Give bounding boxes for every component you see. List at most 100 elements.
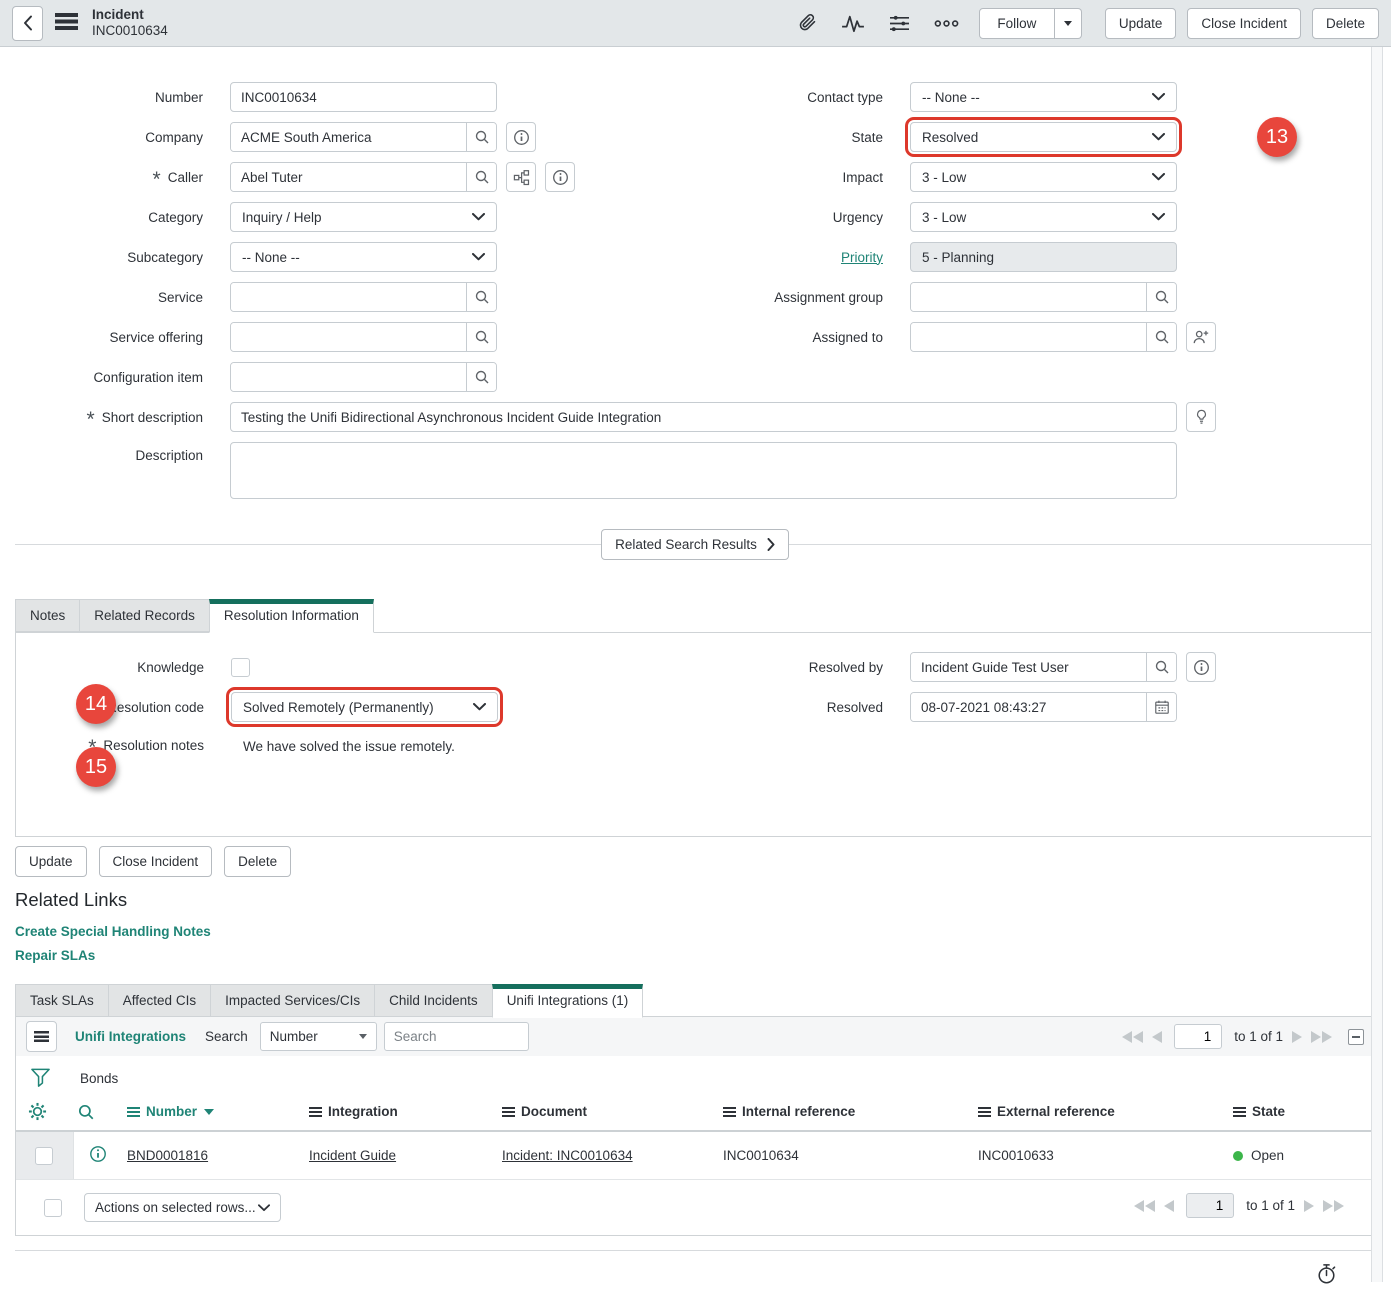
next-page-icon[interactable] (1304, 1200, 1314, 1212)
column-header-internal-reference[interactable]: Internal reference (719, 1093, 974, 1131)
first-page-icon[interactable] (1134, 1200, 1155, 1212)
list-settings-button[interactable] (16, 1093, 73, 1131)
search-column-select[interactable]: Number (260, 1022, 377, 1051)
activity-stream-icon[interactable] (841, 13, 865, 33)
service-offering-input[interactable] (231, 323, 466, 351)
filter-icon[interactable] (30, 1067, 51, 1089)
vertical-scrollbar[interactable] (1371, 47, 1383, 1282)
configuration-item-input[interactable] (231, 363, 466, 391)
short-description-input[interactable] (230, 402, 1177, 432)
more-options-icon[interactable] (934, 19, 959, 28)
last-page-icon[interactable] (1311, 1031, 1332, 1043)
caller-preview-button[interactable] (545, 162, 575, 192)
internal-reference-value: INC0010634 (723, 1148, 799, 1163)
assigned-to-label: Assigned to (812, 330, 883, 345)
create-special-handling-notes-link[interactable]: Create Special Handling Notes (15, 924, 211, 939)
row-preview-button[interactable] (73, 1131, 123, 1180)
delete-button-bottom[interactable]: Delete (224, 846, 291, 877)
impact-select[interactable]: 3 - Low (910, 162, 1177, 192)
column-header-number[interactable]: Number (123, 1093, 305, 1131)
caller-lookup-button[interactable] (466, 163, 496, 191)
service-lookup-button[interactable] (466, 283, 496, 311)
row-checkbox[interactable] (35, 1147, 53, 1165)
tab-task-slas[interactable]: Task SLAs (15, 984, 109, 1017)
follow-dropdown-button[interactable] (1055, 8, 1082, 39)
number-input[interactable] (230, 82, 497, 112)
column-header-external-reference[interactable]: External reference (974, 1093, 1229, 1131)
delete-button[interactable]: Delete (1312, 8, 1379, 39)
context-menu-icon[interactable] (55, 13, 78, 33)
tab-resolution-information[interactable]: Resolution Information (209, 599, 374, 633)
configuration-item-lookup-button[interactable] (466, 363, 496, 391)
list-search-input[interactable] (384, 1022, 529, 1051)
integration-link[interactable]: Incident Guide (309, 1148, 396, 1163)
contact-type-select[interactable]: -- None -- (910, 82, 1177, 112)
close-incident-button-bottom[interactable]: Close Incident (99, 846, 213, 877)
response-time-icon[interactable] (1315, 1262, 1338, 1286)
caller-input[interactable] (231, 163, 466, 191)
resolved-input[interactable] (911, 693, 1146, 721)
company-lookup-button[interactable] (466, 123, 496, 151)
assignment-group-lookup-button[interactable] (1146, 283, 1176, 311)
column-header-integration[interactable]: Integration (305, 1093, 498, 1131)
service-offering-lookup-button[interactable] (466, 323, 496, 351)
list-context-menu-button[interactable] (26, 1021, 57, 1052)
page-number-input-top[interactable] (1174, 1024, 1222, 1049)
tab-affected-cis[interactable]: Affected CIs (108, 984, 211, 1017)
page-bottom-bar (15, 1250, 1375, 1297)
tab-unifi-integrations[interactable]: Unifi Integrations (1) (492, 984, 644, 1018)
close-incident-button[interactable]: Close Incident (1187, 8, 1301, 39)
resolved-by-input[interactable] (911, 653, 1146, 681)
document-link[interactable]: Incident: INC0010634 (502, 1148, 633, 1163)
update-button[interactable]: Update (1105, 8, 1177, 39)
collapse-list-icon[interactable] (1348, 1029, 1364, 1045)
personalize-form-icon[interactable] (888, 14, 911, 33)
priority-readonly-field: 5 - Planning (910, 242, 1177, 272)
knowledge-checkbox[interactable] (231, 658, 250, 677)
actions-on-selected-rows-select[interactable]: Actions on selected rows... (84, 1193, 281, 1222)
next-page-icon[interactable] (1292, 1031, 1302, 1043)
calendar-button[interactable] (1146, 693, 1176, 721)
related-search-results-button[interactable]: Related Search Results (601, 529, 789, 560)
bond-state-value: Open (1251, 1148, 1284, 1163)
column-header-state[interactable]: State (1229, 1093, 1374, 1131)
previous-page-icon[interactable] (1164, 1200, 1174, 1212)
urgency-select[interactable]: 3 - Low (910, 202, 1177, 232)
back-button[interactable] (12, 6, 43, 41)
bond-number-link[interactable]: BND0001816 (127, 1148, 208, 1163)
previous-page-icon[interactable] (1152, 1031, 1162, 1043)
select-all-checkbox[interactable] (44, 1199, 62, 1217)
resolved-by-preview-button[interactable] (1186, 652, 1216, 682)
state-select[interactable]: Resolved (910, 122, 1177, 152)
service-input[interactable] (231, 283, 466, 311)
update-button-bottom[interactable]: Update (15, 846, 87, 877)
resolved-by-lookup-button[interactable] (1146, 653, 1176, 681)
suggestion-button[interactable] (1186, 402, 1216, 432)
assignment-group-input[interactable] (911, 283, 1146, 311)
attachment-icon[interactable] (797, 12, 818, 34)
description-textarea[interactable] (230, 442, 1177, 499)
caller-hierarchy-button[interactable] (506, 162, 536, 192)
follow-button[interactable]: Follow (979, 8, 1055, 39)
company-preview-button[interactable] (506, 122, 536, 152)
resolution-code-select[interactable]: Solved Remotely (Permanently) (231, 692, 498, 722)
assign-to-me-button[interactable] (1186, 322, 1216, 352)
tab-notes[interactable]: Notes (15, 599, 80, 632)
resolution-notes-textarea[interactable]: We have solved the issue remotely. (231, 732, 695, 804)
page-number-input-bottom[interactable] (1186, 1193, 1234, 1218)
subcategory-select[interactable]: -- None -- (230, 242, 497, 272)
column-header-document[interactable]: Document (498, 1093, 719, 1131)
priority-label-link[interactable]: Priority (841, 250, 883, 265)
tab-child-incidents[interactable]: Child Incidents (374, 984, 493, 1017)
assigned-to-reference-field (910, 322, 1177, 352)
assigned-to-lookup-button[interactable] (1146, 323, 1176, 351)
tab-impacted-services[interactable]: Impacted Services/CIs (210, 984, 375, 1017)
tab-related-records[interactable]: Related Records (79, 599, 210, 632)
first-page-icon[interactable] (1122, 1031, 1143, 1043)
category-select[interactable]: Inquiry / Help (230, 202, 497, 232)
repair-slas-link[interactable]: Repair SLAs (15, 948, 95, 963)
assigned-to-input[interactable] (911, 323, 1146, 351)
company-input[interactable] (231, 123, 466, 151)
last-page-icon[interactable] (1323, 1200, 1344, 1212)
list-search-toggle-button[interactable] (73, 1093, 123, 1131)
